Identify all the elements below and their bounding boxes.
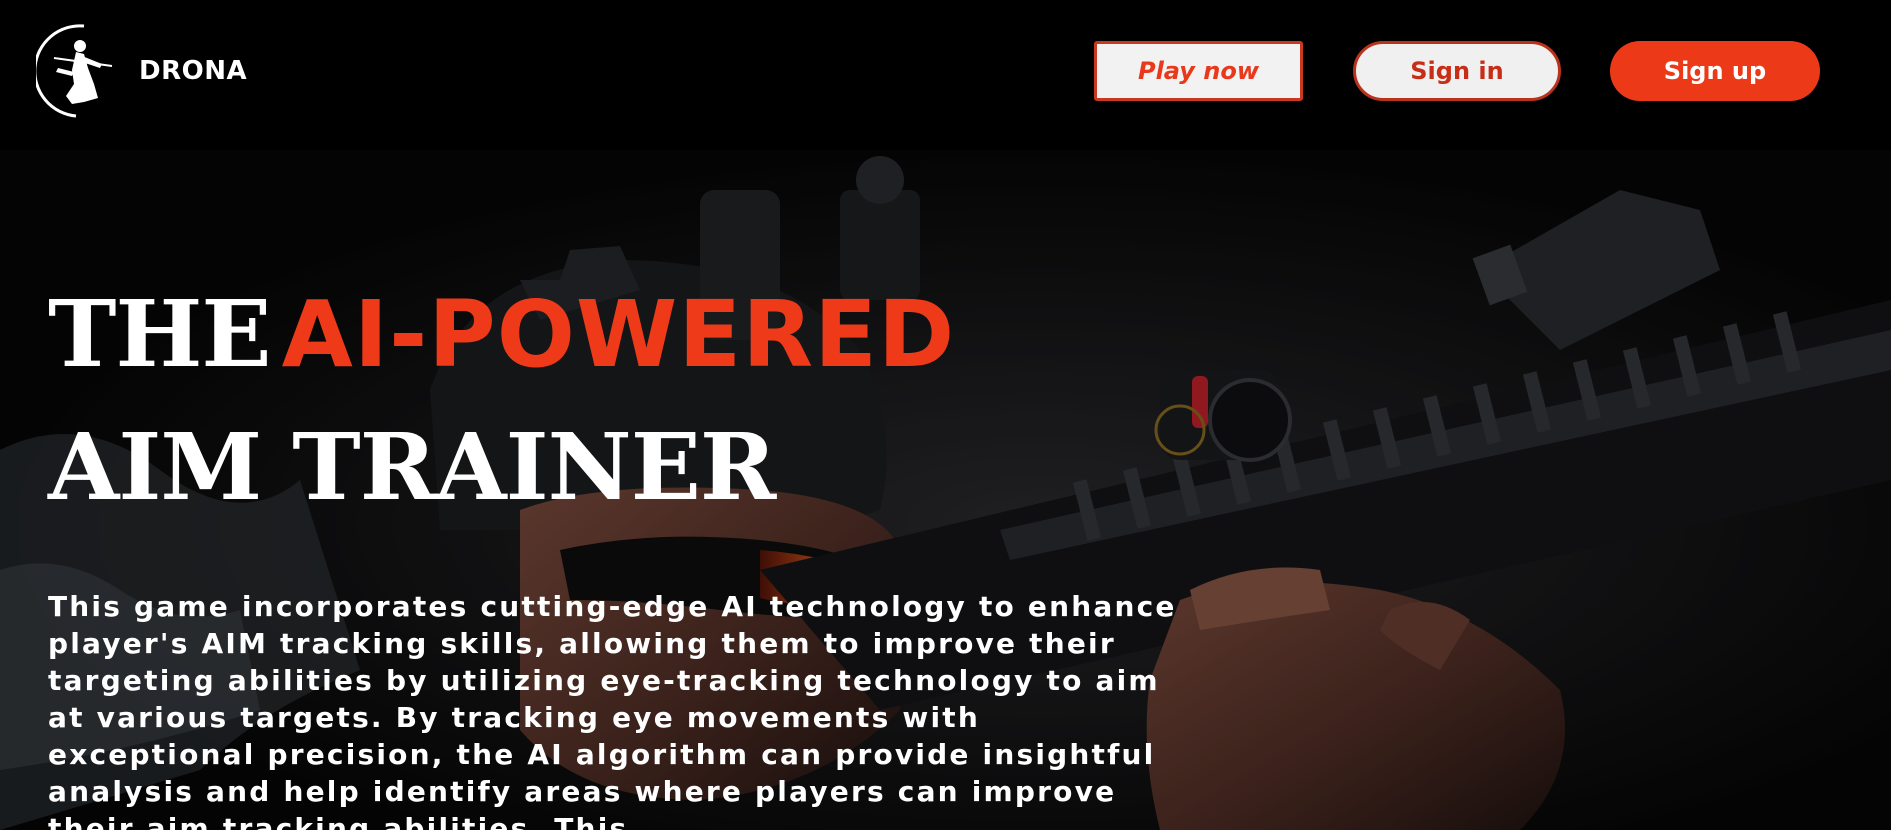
brand-name[interactable]: DRONA — [139, 56, 247, 86]
headline-the: THE — [48, 280, 272, 388]
sign-in-button[interactable]: Sign in — [1353, 41, 1561, 101]
headline-line2: AIM TRAINER — [48, 413, 776, 521]
hero-section: THE AI-POWERED AIM TRAINER This game inc… — [0, 150, 1891, 830]
top-navbar: DRONA Play now Sign in Sign up — [0, 0, 1891, 150]
play-now-button[interactable]: Play now — [1094, 41, 1303, 101]
headline-accent: AI-POWERED — [281, 281, 956, 388]
hero-description: This game incorporates cutting-edge AI t… — [48, 590, 1177, 830]
hero-headline: THE AI-POWERED AIM TRAINER — [48, 278, 955, 523]
archer-silhouette-icon[interactable] — [36, 20, 116, 120]
sign-up-button[interactable]: Sign up — [1610, 41, 1820, 101]
